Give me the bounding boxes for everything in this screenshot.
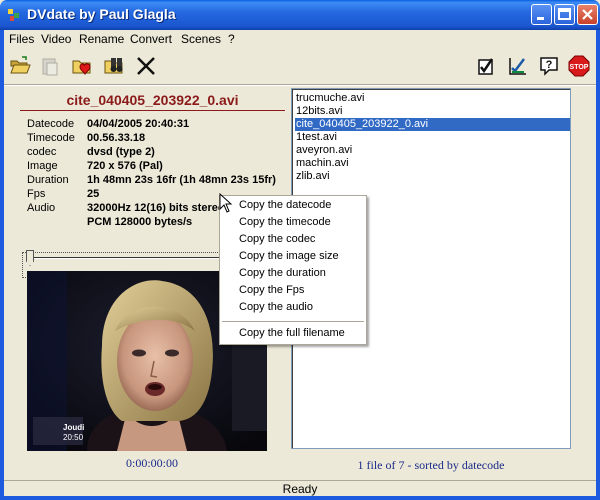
paste-icon[interactable] — [38, 54, 62, 78]
file-list-item[interactable]: trucmuche.avi — [295, 92, 570, 105]
menu-video[interactable]: Video — [41, 32, 71, 46]
stop-icon[interactable]: STOP — [567, 54, 591, 78]
binoculars-icon[interactable] — [102, 54, 126, 78]
help-icon[interactable]: ? — [537, 54, 561, 78]
app-icon — [8, 9, 19, 21]
ctx-copy-audio[interactable]: Copy the audio — [220, 299, 366, 316]
info-value: 04/04/2005 20:40:31 — [87, 118, 190, 130]
menu-bar: Files Video Rename Convert Scenes ? — [4, 30, 596, 48]
info-value: 25 — [87, 188, 100, 200]
window-frame-right — [596, 30, 600, 500]
toolbar: ? STOP — [4, 50, 596, 82]
video-timecode: 0:00:00:00 — [125, 456, 178, 470]
status-bar: Ready — [4, 480, 596, 496]
file-list-summary: 1 file of 7 - sorted by datecode — [357, 458, 505, 472]
folder-heart-icon[interactable] — [70, 54, 94, 78]
minimize-icon — [537, 17, 544, 20]
status-text: Ready — [282, 482, 318, 496]
info-value: 32000Hz 12(16) bits stereo — [87, 202, 225, 214]
file-list-item-selected[interactable]: cite_040405_203922_0.avi — [295, 118, 570, 131]
file-list-item[interactable]: machin.avi — [295, 157, 570, 170]
info-label: Fps — [27, 188, 46, 200]
file-list-item[interactable]: aveyron.avi — [295, 144, 570, 157]
ctx-copy-timecode[interactable]: Copy the timecode — [220, 214, 366, 231]
close-icon — [582, 9, 593, 20]
open-folder-icon[interactable] — [8, 54, 32, 78]
menu-scenes[interactable]: Scenes — [181, 32, 221, 46]
checklist-icon[interactable] — [474, 54, 498, 78]
ctx-copy-fps[interactable]: Copy the Fps — [220, 282, 366, 299]
info-label: codec — [27, 146, 57, 158]
title-bar[interactable]: DVdate by Paul Glagla — [0, 0, 600, 30]
context-menu: Copy the datecode Copy the timecode Copy… — [219, 195, 367, 345]
maximize-button[interactable] — [554, 4, 575, 25]
info-value: 00.56.33.18 — [87, 132, 146, 144]
minimize-button[interactable] — [531, 4, 552, 25]
info-value: PCM 128000 bytes/s — [87, 216, 193, 228]
window-frame-left — [0, 30, 4, 500]
window-title: DVdate by Paul Glagla — [27, 6, 176, 22]
info-value: dvsd (type 2) — [87, 146, 155, 158]
info-label: Timecode — [27, 132, 75, 144]
info-label: Duration — [27, 174, 69, 186]
info-label: Audio — [27, 202, 56, 214]
video-overlay-time: 20:50 — [63, 433, 84, 442]
ctx-copy-codec[interactable]: Copy the codec — [220, 231, 366, 248]
cross-tool-icon[interactable] — [134, 54, 158, 78]
window-frame-bottom — [0, 496, 600, 500]
close-button[interactable] — [577, 4, 598, 25]
current-file-title: cite_040405_203922_0.avi — [66, 92, 239, 108]
chart-check-icon[interactable] — [505, 54, 529, 78]
file-list-item[interactable]: zlib.avi — [295, 170, 570, 183]
file-list-item[interactable]: 1test.avi — [295, 131, 570, 144]
info-label: Datecode — [27, 118, 75, 130]
toolbar-separator — [4, 84, 596, 86]
menu-help[interactable]: ? — [228, 32, 235, 46]
title-underline — [20, 110, 285, 111]
info-label: Image — [27, 160, 58, 172]
menu-convert[interactable]: Convert — [130, 32, 172, 46]
video-overlay-title: Joudi — [63, 423, 84, 432]
mouse-cursor-icon — [219, 193, 233, 213]
ctx-copy-image-size[interactable]: Copy the image size — [220, 248, 366, 265]
menu-files[interactable]: Files — [9, 32, 34, 46]
ctx-copy-duration[interactable]: Copy the duration — [220, 265, 366, 282]
svg-text:STOP: STOP — [570, 64, 589, 71]
info-value: 1h 48mn 23s 16fr (1h 48mn 23s 15fr) — [87, 174, 276, 186]
maximize-icon — [558, 8, 571, 20]
ctx-separator — [222, 321, 364, 322]
svg-text:?: ? — [546, 59, 553, 71]
ctx-copy-full-filename[interactable]: Copy the full filename — [220, 325, 366, 342]
ctx-copy-datecode[interactable]: Copy the datecode — [220, 197, 366, 214]
info-value: 720 x 576 (Pal) — [87, 160, 163, 172]
menu-rename[interactable]: Rename — [79, 32, 124, 46]
file-list-item[interactable]: 12bits.avi — [295, 105, 570, 118]
